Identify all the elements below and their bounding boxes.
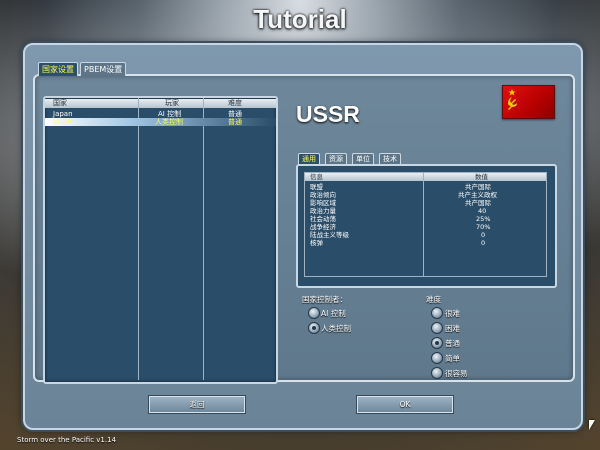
tab-country-settings[interactable]: 国家设置	[38, 62, 78, 76]
info-key: 政治倾向	[310, 191, 336, 199]
header-difficulty: 难度	[228, 99, 242, 107]
info-key: 陆战主义等级	[310, 231, 349, 239]
table-row: 社会动荡 25%	[305, 215, 546, 223]
table-row: 联盟 共产国际	[305, 183, 546, 191]
info-value: 0	[481, 239, 486, 247]
country-name-cell: Japan	[53, 110, 73, 118]
difficulty-cell: 普通	[228, 118, 242, 126]
column-divider	[203, 98, 204, 380]
info-key: 战争经济	[310, 223, 336, 231]
info-key: 联盟	[310, 183, 323, 191]
difficulty-cell: 普通	[228, 110, 242, 118]
mouse-cursor-icon	[589, 420, 595, 430]
info-table-header: 信息 数值	[305, 173, 546, 181]
info-key: 政治力量	[310, 207, 336, 215]
header-country: 国家	[53, 99, 67, 107]
radio-human-control[interactable]	[308, 322, 320, 334]
info-panel: 信息 数值 联盟 共产国际 政治倾向 共产主义政权 影响区域 共产国际 政治力量 40 …	[296, 164, 557, 288]
player-cell: AI 控制	[158, 110, 182, 118]
radio-label: 很容易	[445, 369, 468, 378]
table-row: 政治力量 40	[305, 207, 546, 215]
info-table: 信息 数值 联盟 共产国际 政治倾向 共产主义政权 影响区域 共产国际 政治力量 40 …	[304, 172, 547, 277]
table-row: 战争经济 70%	[305, 223, 546, 231]
country-name-cell: USSR	[53, 118, 72, 126]
info-key: 社会动荡	[310, 215, 336, 223]
radio-label: 困难	[445, 324, 460, 333]
back-button[interactable]: 返回	[149, 396, 245, 413]
radio-label: AI 控制	[321, 309, 346, 318]
info-value: 25%	[476, 215, 491, 223]
header-info: 信息	[310, 173, 323, 181]
ok-button[interactable]: OK	[357, 396, 453, 413]
soviet-flag-icon	[502, 85, 555, 119]
info-value: 40	[478, 207, 487, 215]
version-text: Storm over the Pacific v1.14	[17, 436, 117, 444]
difficulty-label: 难度	[426, 295, 441, 304]
info-value: 共产国际	[465, 183, 491, 191]
radio-ai-control[interactable]	[308, 307, 320, 319]
radio-very-easy[interactable]	[431, 367, 443, 379]
list-item-selected[interactable]: USSR 人类控制 普通	[45, 118, 276, 126]
selected-country-name: USSR	[296, 101, 360, 127]
info-key: 核弹	[310, 239, 323, 247]
radio-easy[interactable]	[431, 352, 443, 364]
country-list[interactable]: 国家 玩家 难度 Japan AI 控制 普通 USSR 人类控制 普通	[43, 96, 278, 384]
page-title: Tutorial	[253, 4, 347, 34]
info-key: 影响区域	[310, 199, 336, 207]
radio-normal[interactable]	[431, 337, 443, 349]
table-row: 政治倾向 共产主义政权	[305, 191, 546, 199]
radio-hard[interactable]	[431, 322, 443, 334]
table-row: 核弹 0	[305, 239, 546, 247]
radio-label: 人类控制	[321, 324, 351, 333]
radio-label: 普通	[445, 339, 460, 348]
player-cell: 人类控制	[155, 118, 183, 126]
header-value: 数值	[475, 173, 488, 181]
controller-label: 国家控制者：	[302, 295, 347, 304]
table-row: 陆战主义等级 0	[305, 231, 546, 239]
radio-very-hard[interactable]	[431, 307, 443, 319]
info-value: 共产主义政权	[458, 191, 497, 199]
country-list-header: 国家 玩家 难度	[45, 99, 276, 108]
info-value: 70%	[476, 223, 491, 231]
list-item[interactable]: Japan AI 控制 普通	[45, 110, 276, 118]
tab-pbem-settings[interactable]: PBEM设置	[80, 62, 127, 76]
radio-label: 很难	[445, 309, 460, 318]
info-value: 共产国际	[465, 199, 491, 207]
radio-label: 简单	[445, 354, 460, 363]
table-row: 影响区域 共产国际	[305, 199, 546, 207]
info-value: 0	[481, 231, 486, 239]
header-player: 玩家	[165, 99, 179, 107]
column-divider	[138, 98, 139, 380]
